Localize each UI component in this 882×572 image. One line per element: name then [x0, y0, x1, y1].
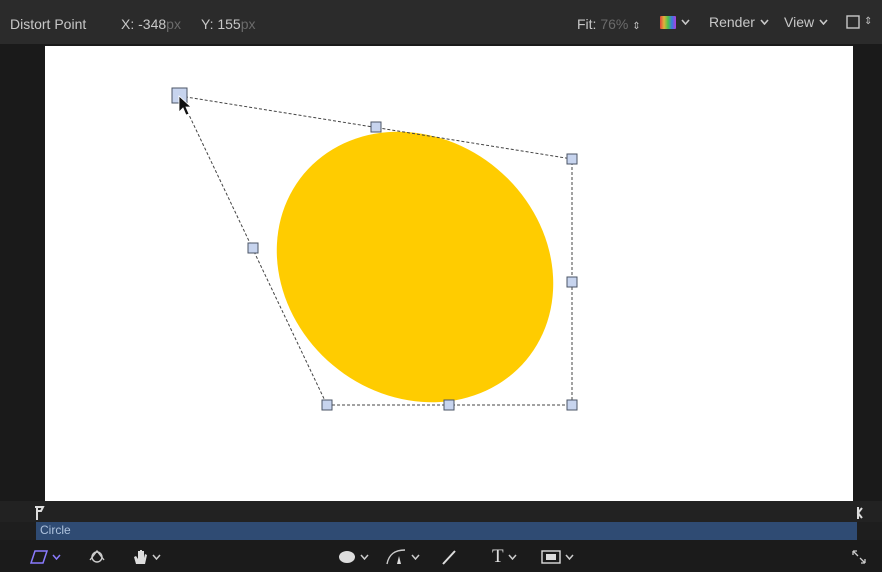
paint-stroke-icon	[442, 550, 456, 565]
color-channels-icon	[660, 15, 676, 29]
timeline-ruler	[35, 506, 863, 520]
full-screen-button[interactable]	[851, 548, 867, 566]
distort-handle-bottom-mid[interactable]	[443, 399, 455, 411]
chevron-down-icon	[565, 554, 574, 560]
render-menu[interactable]: Render	[709, 0, 769, 44]
x-value: -348	[138, 16, 167, 32]
3d-transform-icon	[89, 549, 105, 563]
distort-handle-top-mid[interactable]	[370, 121, 382, 133]
canvas-drawing	[171, 76, 609, 459]
chevron-down-icon	[508, 554, 517, 560]
distort-handle-top-right[interactable]	[566, 153, 578, 165]
y-label: Y:	[201, 16, 214, 32]
y-unit: px	[240, 16, 256, 32]
distort-handle-right-mid[interactable]	[566, 276, 578, 288]
chevron-down-icon	[152, 554, 161, 560]
render-label: Render	[709, 14, 755, 30]
selected-layer-bar[interactable]: Circle	[36, 522, 857, 540]
x-unit: px	[166, 16, 181, 32]
chevron-down-icon	[681, 19, 690, 25]
chevron-down-icon	[52, 554, 61, 560]
viewer-layout-icon	[846, 15, 860, 29]
fit-zoom-popup[interactable]: Fit: 76% ⇕	[577, 0, 641, 44]
pan-tool-button[interactable]	[132, 548, 161, 566]
updown-chevron-icon: ⇕	[632, 21, 641, 32]
chevron-down-icon	[360, 554, 369, 560]
circle-shape[interactable]	[222, 76, 609, 459]
distort-tool-icon	[30, 550, 48, 564]
view-layout-popup[interactable]: ⇕	[846, 0, 872, 44]
chevron-down-icon	[819, 19, 828, 25]
updown-chevron-icon: ⇕	[864, 16, 873, 27]
expand-icon	[852, 550, 866, 564]
bezier-pen-icon	[386, 549, 406, 565]
pan-hand-icon	[134, 550, 147, 564]
3d-transform-button[interactable]	[88, 548, 106, 566]
view-label: View	[784, 14, 815, 30]
distort-handle-bottom-left[interactable]	[321, 399, 333, 411]
fit-label: Fit:	[577, 16, 597, 32]
play-range-start-icon	[35, 506, 45, 520]
distort-tool-button[interactable]	[30, 548, 61, 566]
tool-name-label: Distort Point	[10, 16, 87, 32]
viewer-header: Distort Point X: -348px Y: 155px Fit: 76…	[0, 0, 882, 44]
text-tool-button[interactable]: T	[492, 546, 517, 567]
x-coordinate-readout: X: -348px	[121, 0, 181, 44]
viewer-canvas-area	[0, 44, 882, 501]
canvas[interactable]	[45, 46, 853, 501]
y-value: 155	[217, 16, 241, 32]
text-tool-icon: T	[492, 546, 504, 567]
mask-tool-button[interactable]	[541, 548, 574, 566]
chevron-down-icon	[411, 554, 420, 560]
mini-timeline-ruler[interactable]	[0, 501, 882, 522]
channels-popup[interactable]	[660, 0, 690, 44]
play-range-end-icon	[856, 507, 863, 519]
mask-pen-button[interactable]	[385, 548, 420, 566]
layer-name: Circle	[40, 523, 71, 537]
fit-value: 76%	[600, 16, 629, 32]
ellipse-shape-icon	[339, 551, 355, 563]
y-coordinate-readout: Y: 155px	[201, 0, 256, 44]
viewer-toolbar: T	[0, 540, 882, 572]
paint-stroke-button[interactable]	[441, 548, 457, 566]
x-label: X:	[121, 16, 135, 32]
chevron-down-icon	[760, 19, 769, 25]
mask-icon	[541, 550, 561, 564]
distort-handle-bottom-right[interactable]	[566, 399, 578, 411]
shape-tool-button[interactable]	[338, 548, 369, 566]
distort-handle-left-mid[interactable]	[247, 242, 259, 254]
view-menu[interactable]: View	[784, 0, 828, 44]
